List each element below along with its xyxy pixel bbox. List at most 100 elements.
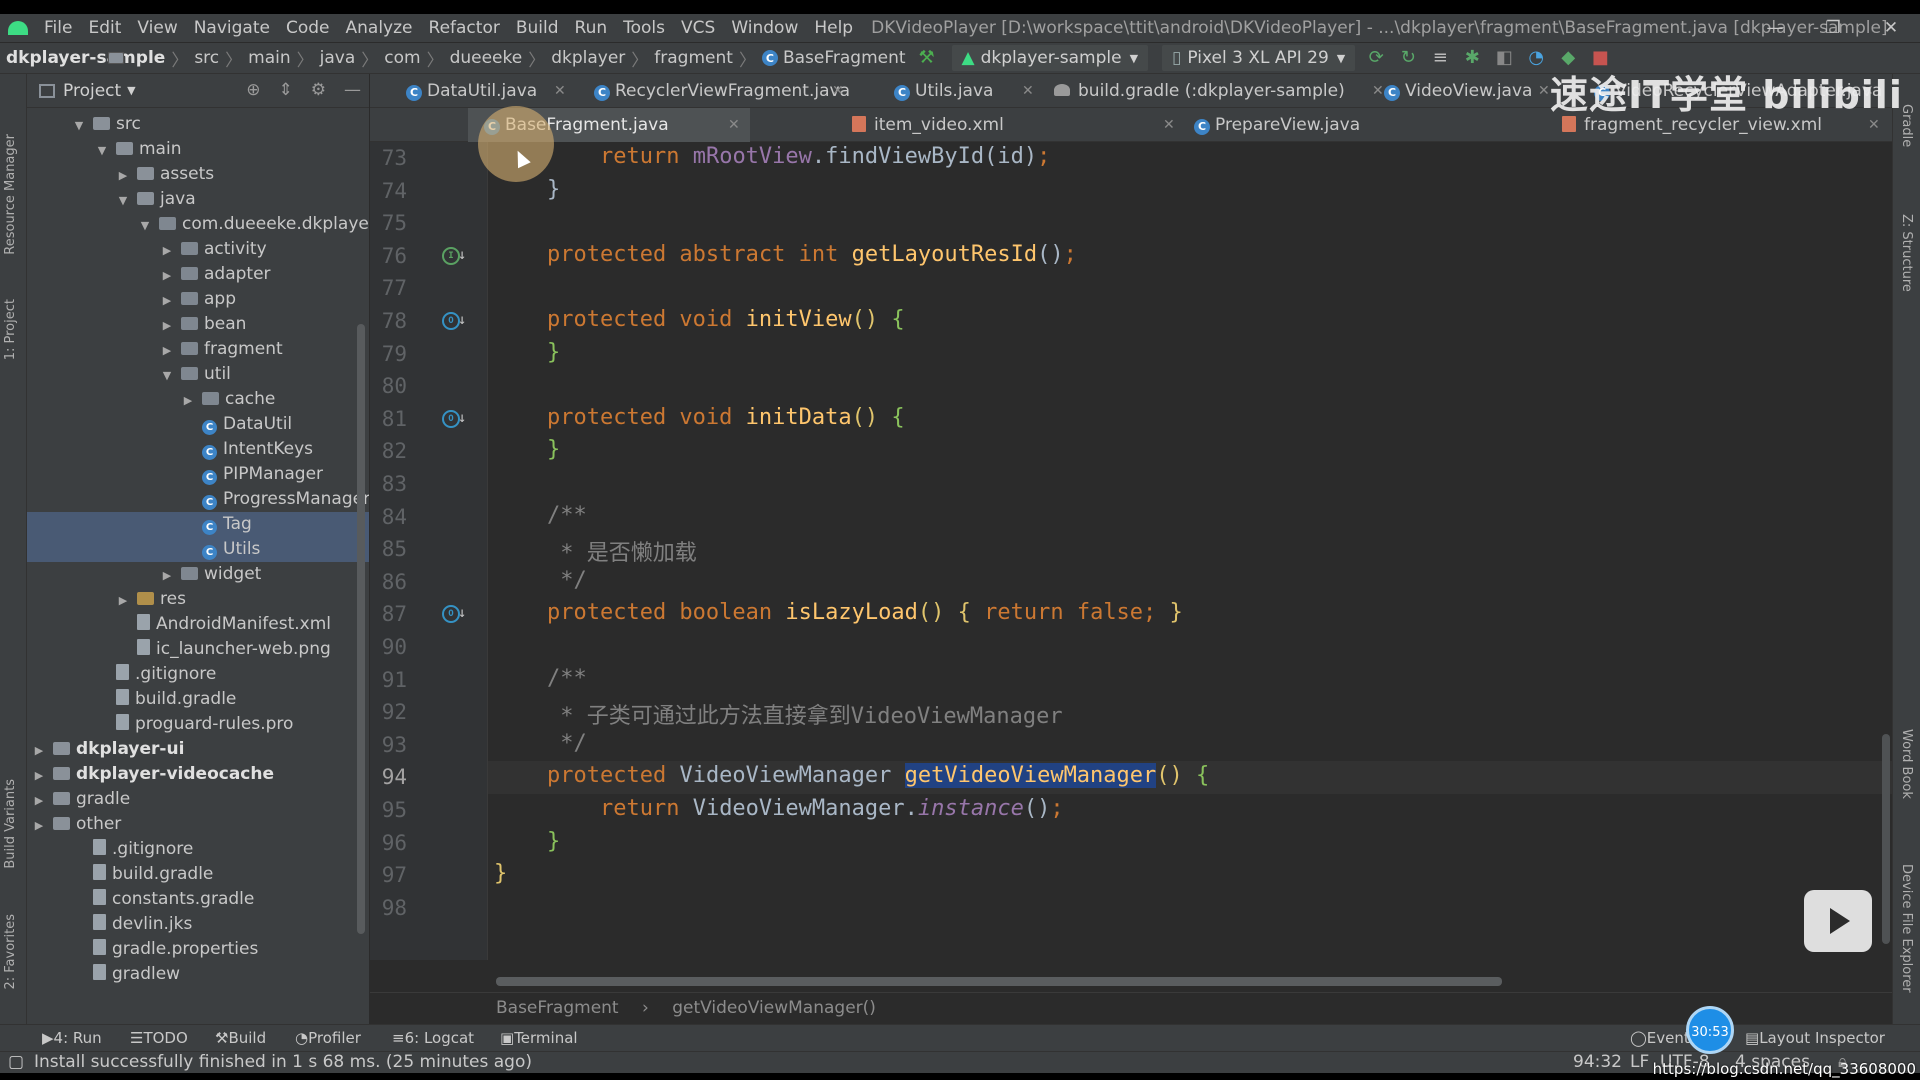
- restore-button[interactable]: ❐: [1804, 14, 1862, 42]
- caret-position[interactable]: 94:32: [1573, 1052, 1622, 1073]
- tree-item[interactable]: gradle.properties: [27, 937, 369, 962]
- layout-inspector-button[interactable]: ▤ Layout Inspector: [1745, 1025, 1885, 1051]
- breadcrumb-item[interactable]: dueeeke: [108, 48, 522, 68]
- menu-tools[interactable]: Tools: [615, 18, 673, 38]
- collapsed-arrow-icon[interactable]: ▶: [159, 563, 175, 588]
- line-separator[interactable]: LF: [1630, 1052, 1649, 1073]
- menu-vcs[interactable]: VCS: [673, 18, 723, 38]
- collapsed-arrow-icon[interactable]: ▶: [159, 338, 175, 363]
- tree-item[interactable]: ▶ widget: [27, 562, 369, 587]
- tree-item[interactable]: ▶ bean: [27, 312, 369, 337]
- editor-tab[interactable]: C DataUtil.java ✕: [396, 74, 576, 108]
- video-play-icon[interactable]: [1804, 890, 1872, 952]
- editor-tab[interactable]: CPrepareView.java✕: [1182, 108, 1582, 142]
- tree-item[interactable]: ▶ app: [27, 287, 369, 312]
- sync-icon[interactable]: ≡: [1429, 47, 1451, 69]
- editor-tab[interactable]: item_video.xml ✕: [840, 108, 1185, 142]
- tree-item[interactable]: C DataUtil: [27, 412, 369, 437]
- expanded-arrow-icon[interactable]: ▼: [137, 213, 153, 238]
- device-select[interactable]: ▯ Pixel 3 XL API 29 ▼: [1162, 45, 1356, 71]
- terminal-tool-button[interactable]: ▣ Terminal: [500, 1025, 578, 1051]
- collapsed-arrow-icon[interactable]: ▶: [159, 263, 175, 288]
- breadcrumb-item[interactable]: dkplayer: [108, 48, 625, 68]
- build-variants-tab[interactable]: Build Variants: [3, 779, 18, 869]
- locate-file-icon[interactable]: ⊕: [246, 80, 260, 100]
- expanded-arrow-icon[interactable]: ▼: [159, 363, 175, 388]
- tree-item[interactable]: ic_launcher-web.png: [27, 637, 369, 662]
- tree-item[interactable]: ▼ src: [27, 112, 369, 137]
- breadcrumb-item[interactable]: src: [108, 48, 219, 68]
- close-window-button[interactable]: ✕: [1862, 14, 1920, 42]
- event-log-button[interactable]: ◯ Event Log: [1630, 1025, 1721, 1051]
- apply-code-changes-icon[interactable]: ↻: [1397, 47, 1419, 69]
- tree-item[interactable]: build.gradle: [27, 862, 369, 887]
- run-config-select[interactable]: ▲ dkplayer-sample ▼: [951, 45, 1149, 71]
- menu-build[interactable]: Build: [508, 18, 567, 38]
- menu-help[interactable]: Help: [806, 18, 861, 38]
- close-tab-icon[interactable]: ✕: [1022, 74, 1034, 108]
- tree-item[interactable]: ▶ activity: [27, 237, 369, 262]
- collapsed-arrow-icon[interactable]: ▶: [180, 388, 196, 413]
- tree-item[interactable]: devlin.jks: [27, 912, 369, 937]
- expanded-arrow-icon[interactable]: ▼: [94, 138, 110, 163]
- structure-tab[interactable]: Z: Structure: [1899, 214, 1914, 292]
- close-tab-icon[interactable]: ✕: [554, 74, 566, 108]
- resource-manager-tab[interactable]: Resource Manager: [3, 134, 18, 255]
- menu-refactor[interactable]: Refactor: [421, 18, 508, 38]
- vertical-scrollbar[interactable]: [1882, 734, 1890, 944]
- close-tab-icon[interactable]: ✕: [1538, 74, 1550, 108]
- tree-item[interactable]: constants.gradle: [27, 887, 369, 912]
- tree-item[interactable]: proguard-rules.pro: [27, 712, 369, 737]
- breadcrumb-class[interactable]: BaseFragment: [496, 998, 619, 1018]
- build-tool-button[interactable]: ⚒ Build: [215, 1025, 266, 1051]
- hide-panel-icon[interactable]: —: [344, 80, 361, 100]
- tree-item[interactable]: AndroidManifest.xml: [27, 612, 369, 637]
- collapsed-arrow-icon[interactable]: ▶: [31, 788, 47, 813]
- breadcrumb-item[interactable]: fragment: [108, 48, 733, 68]
- menu-code[interactable]: Code: [278, 18, 338, 38]
- project-tool-tab[interactable]: 1: Project: [3, 299, 18, 360]
- status-toggle-icon[interactable]: ▢: [8, 1052, 24, 1073]
- tree-item[interactable]: build.gradle: [27, 687, 369, 712]
- tree-item[interactable]: .gitignore: [27, 837, 369, 862]
- expanded-arrow-icon[interactable]: ▼: [71, 113, 87, 138]
- menu-run[interactable]: Run: [567, 18, 616, 38]
- breadcrumb-item[interactable]: dkplayer-sample: [6, 48, 165, 68]
- collapsed-arrow-icon[interactable]: ▶: [159, 238, 175, 263]
- debug-icon[interactable]: ✱: [1461, 47, 1483, 69]
- device-file-explorer-tab[interactable]: Device File Explorer: [1899, 864, 1914, 993]
- collapsed-arrow-icon[interactable]: ▶: [31, 763, 47, 788]
- logcat-tool-button[interactable]: ≡ 6: Logcat: [392, 1025, 474, 1051]
- horizontal-scrollbar[interactable]: [496, 977, 1502, 986]
- profile-icon[interactable]: ◔: [1525, 47, 1547, 69]
- attach-debugger-icon[interactable]: ◧: [1493, 47, 1515, 69]
- tree-item[interactable]: ▶ assets: [27, 162, 369, 187]
- tree-item[interactable]: C Tag: [27, 512, 369, 537]
- breadcrumb-method[interactable]: getVideoViewManager(): [672, 998, 876, 1018]
- collapsed-arrow-icon[interactable]: ▶: [159, 288, 175, 313]
- tree-item[interactable]: ▼ util: [27, 362, 369, 387]
- project-scrollbar[interactable]: [357, 324, 365, 934]
- tree-item[interactable]: ▶ other: [27, 812, 369, 837]
- menu-analyze[interactable]: Analyze: [338, 18, 421, 38]
- breadcrumb-item[interactable]: C BaseFragment: [761, 48, 906, 68]
- editor-tab[interactable]: C VideoView.java ✕: [1374, 74, 1560, 108]
- menu-edit[interactable]: Edit: [80, 18, 129, 38]
- make-project-hammer-icon[interactable]: ⚒: [916, 47, 938, 69]
- collapsed-arrow-icon[interactable]: ▶: [115, 588, 131, 613]
- breadcrumb-item[interactable]: main: [108, 48, 291, 68]
- tree-item[interactable]: ▶ gradle: [27, 787, 369, 812]
- collapsed-arrow-icon[interactable]: ▶: [31, 813, 47, 838]
- collapsed-arrow-icon[interactable]: ▶: [31, 738, 47, 763]
- minimize-button[interactable]: —: [1746, 14, 1804, 42]
- tree-item[interactable]: ▶ res: [27, 587, 369, 612]
- run-tool-button[interactable]: ▶ 4: Run: [42, 1025, 102, 1051]
- editor-tab[interactable]: build.gradle (:dkplayer-sample) ✕: [1044, 74, 1394, 108]
- status-message[interactable]: Install successfully finished in 1 s 68 …: [34, 1052, 532, 1073]
- tree-item[interactable]: ▼ main: [27, 137, 369, 162]
- collapsed-arrow-icon[interactable]: ▶: [159, 313, 175, 338]
- menu-file[interactable]: File: [36, 18, 80, 38]
- expanded-arrow-icon[interactable]: ▼: [115, 188, 131, 213]
- gear-icon[interactable]: ⚙: [311, 80, 326, 100]
- project-view-select[interactable]: Project: [63, 81, 121, 101]
